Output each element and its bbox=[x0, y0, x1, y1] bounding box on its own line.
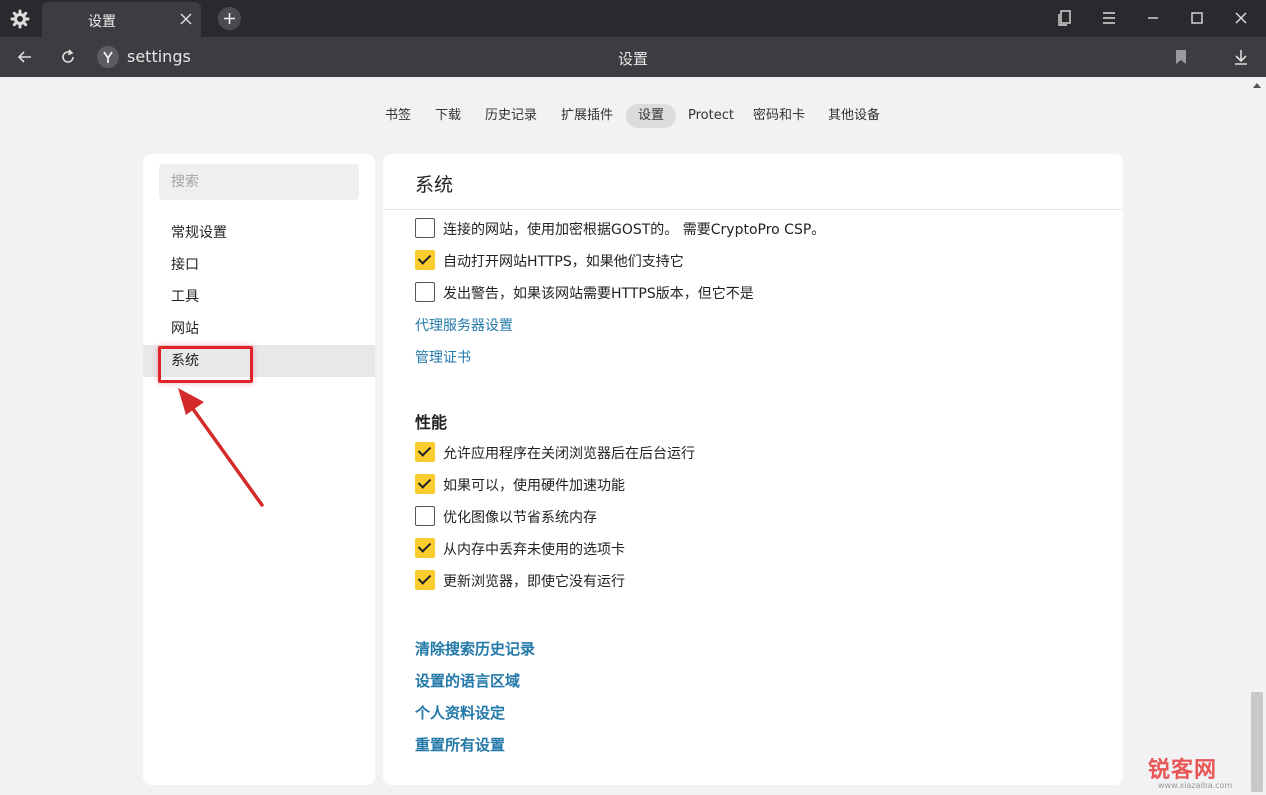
close-window-icon[interactable] bbox=[1231, 8, 1251, 28]
header-divider bbox=[383, 209, 1123, 210]
settings-gear-icon bbox=[10, 9, 30, 29]
collections-icon[interactable] bbox=[1055, 8, 1075, 28]
nav-passwords[interactable]: 密码和卡 bbox=[745, 104, 813, 128]
checkbox-checked[interactable] bbox=[415, 250, 435, 270]
settings-main-panel: 系统 连接的网站，使用加密根据GOST的。 需要CryptoPro CSP。 自… bbox=[383, 154, 1123, 785]
checkbox-checked[interactable] bbox=[415, 474, 435, 494]
section-title: 系统 bbox=[415, 174, 454, 196]
checkbox-checked[interactable] bbox=[415, 538, 435, 558]
option-label: 更新浏览器，即使它没有运行 bbox=[443, 574, 625, 590]
sidebar-item-interface[interactable]: 接口 bbox=[143, 249, 375, 281]
option-label: 如果可以，使用硬件加速功能 bbox=[443, 478, 625, 494]
annotation-arrow bbox=[178, 388, 264, 507]
annotation-highlight-box bbox=[158, 346, 253, 383]
checkbox[interactable] bbox=[415, 506, 435, 526]
nav-other-devices[interactable]: 其他设备 bbox=[820, 104, 888, 128]
checkbox[interactable] bbox=[415, 282, 435, 302]
minimize-icon[interactable] bbox=[1143, 8, 1163, 28]
performance-heading: 性能 bbox=[415, 413, 448, 432]
reset-all-settings-link[interactable]: 重置所有设置 bbox=[415, 734, 505, 755]
option-label: 自动打开网站HTTPS，如果他们支持它 bbox=[443, 254, 684, 270]
scroll-up-arrow-icon[interactable] bbox=[1253, 83, 1261, 88]
active-tab[interactable]: 设置 bbox=[42, 2, 201, 37]
nav-settings[interactable]: 设置 bbox=[626, 104, 677, 128]
proxy-settings-link[interactable]: 代理服务器设置 bbox=[415, 315, 513, 335]
checkbox-checked[interactable] bbox=[415, 442, 435, 462]
option-label: 连接的网站，使用加密根据GOST的。 需要CryptoPro CSP。 bbox=[443, 222, 826, 238]
scrollbar-thumb[interactable] bbox=[1251, 692, 1263, 792]
watermark-logo: 锐客网 bbox=[1148, 758, 1218, 783]
menu-icon[interactable] bbox=[1099, 8, 1119, 28]
bookmark-icon[interactable] bbox=[1171, 47, 1191, 67]
language-region-link[interactable]: 设置的语言区域 bbox=[415, 670, 520, 691]
nav-bookmarks[interactable]: 书签 bbox=[377, 104, 419, 128]
option-label: 优化图像以节省系统内存 bbox=[443, 510, 597, 526]
option-label: 允许应用程序在关闭浏览器后在后台运行 bbox=[443, 446, 695, 462]
settings-nav: 书签 下载 历史记录 扩展插件 设置 Protect 密码和卡 其他设备 bbox=[0, 104, 1266, 128]
checkbox-checked[interactable] bbox=[415, 570, 435, 590]
sidebar-item-sites[interactable]: 网站 bbox=[143, 313, 375, 345]
title-bar: 设置 bbox=[0, 0, 1266, 37]
new-tab-button[interactable] bbox=[218, 7, 241, 30]
tab-title: 设置 bbox=[88, 14, 116, 30]
download-icon[interactable] bbox=[1231, 47, 1251, 67]
scrollbar[interactable] bbox=[1250, 80, 1264, 795]
sidebar-item-general[interactable]: 常规设置 bbox=[143, 217, 375, 249]
checkbox[interactable] bbox=[415, 218, 435, 238]
page-title: 设置 bbox=[617, 50, 648, 68]
nav-history[interactable]: 历史记录 bbox=[477, 104, 545, 128]
maximize-icon[interactable] bbox=[1187, 8, 1207, 28]
address-bar: settings 设置 bbox=[0, 37, 1266, 77]
nav-extensions[interactable]: 扩展插件 bbox=[553, 104, 621, 128]
sidebar-item-tools[interactable]: 工具 bbox=[143, 281, 375, 313]
close-tab-icon[interactable] bbox=[177, 10, 195, 28]
profile-settings-link[interactable]: 个人资料设定 bbox=[415, 702, 505, 723]
nav-downloads[interactable]: 下载 bbox=[427, 104, 469, 128]
option-label: 发出警告，如果该网站需要HTTPS版本，但它不是 bbox=[443, 286, 754, 302]
manage-certificates-link[interactable]: 管理证书 bbox=[415, 347, 471, 367]
search-input[interactable] bbox=[159, 164, 359, 200]
nav-protect[interactable]: Protect bbox=[680, 104, 742, 128]
clear-search-history-link[interactable]: 清除搜索历史记录 bbox=[415, 638, 535, 659]
watermark-url: www.xiazaiba.com bbox=[1158, 781, 1233, 790]
option-label: 从内存中丢弃未使用的选项卡 bbox=[443, 542, 625, 558]
